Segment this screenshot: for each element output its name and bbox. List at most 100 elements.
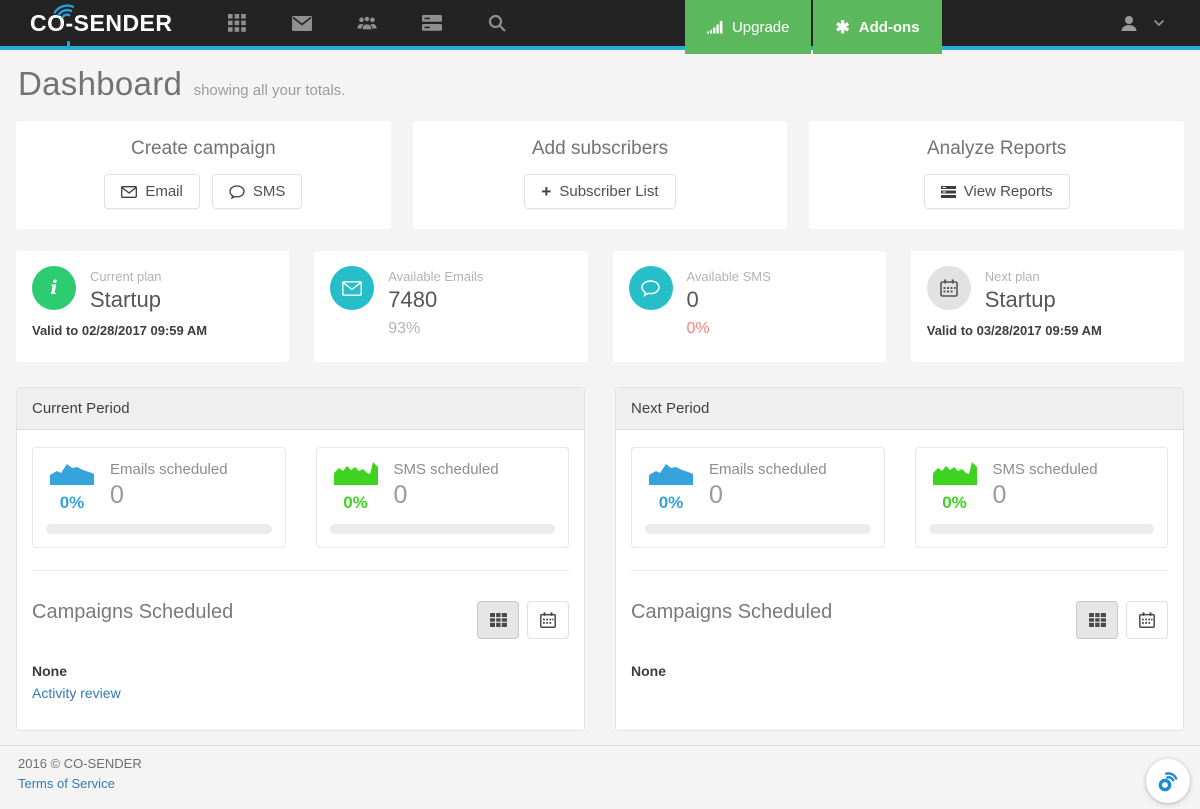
sms-scheduled-percent: 0% (330, 493, 382, 513)
calendar-circle-icon (927, 266, 971, 310)
available-emails-card: Available Emails 7480 93% (314, 251, 587, 362)
emails-scheduled-widget: 0% Emails scheduled 0 (631, 447, 885, 548)
available-sms-percent: 0% (687, 320, 771, 338)
subscriber-list-label: Subscriber List (559, 183, 658, 200)
emails-progress-bar (46, 524, 272, 534)
terms-of-service-link[interactable]: Terms of Service (18, 776, 115, 791)
sms-scheduled-widget: 0% SMS scheduled 0 (915, 447, 1169, 548)
sms-progress-bar (330, 524, 556, 534)
page-title: Dashboard (18, 65, 182, 102)
email-nav-icon[interactable] (292, 13, 312, 33)
footer: 2016 © CO-SENDER Terms of Service (0, 745, 1200, 793)
table-icon (490, 613, 507, 627)
area-chart-blue-icon (49, 459, 95, 485)
user-menu[interactable] (1120, 15, 1164, 32)
add-subscribers-card: Add subscribers + Subscriber List (413, 121, 788, 229)
info-icon: i (32, 266, 76, 310)
subscribers-nav-icon[interactable] (357, 13, 377, 33)
page-header: Dashboard showing all your totals. (0, 50, 1200, 113)
panel-divider (32, 570, 569, 571)
campaigns-empty-state: None (32, 663, 569, 679)
sms-scheduled-widget: 0% SMS scheduled 0 (316, 447, 570, 548)
nav-buttons: Upgrade ✱ Add-ons (685, 0, 942, 54)
emails-scheduled-percent: 0% (46, 493, 98, 513)
campaigns-scheduled-title: Campaigns Scheduled (32, 601, 233, 624)
available-emails-label: Available Emails (388, 269, 483, 284)
sms-scheduled-percent: 0% (929, 493, 981, 513)
create-campaign-card: Create campaign Email SMS (16, 121, 391, 229)
upgrade-bars-icon (707, 20, 723, 34)
campaigns-empty-state: None (631, 663, 1168, 679)
area-chart-green-icon (932, 459, 978, 485)
table-view-button[interactable] (477, 601, 519, 639)
emails-scheduled-label: Emails scheduled (709, 461, 827, 478)
upgrade-button[interactable]: Upgrade (685, 0, 812, 54)
current-plan-validity: Valid to 02/28/2017 09:59 AM (32, 323, 273, 338)
next-period-panel: Next Period 0% Emails scheduled 0 (615, 387, 1184, 731)
next-plan-card: Next plan Startup Valid to 03/28/2017 09… (911, 251, 1184, 362)
current-period-header: Current Period (17, 388, 584, 430)
available-sms-card: Available SMS 0 0% (613, 251, 886, 362)
speech-bubble-icon (229, 185, 245, 199)
calendar-view-button[interactable] (527, 601, 569, 639)
logo-antenna (67, 41, 70, 49)
report-list-icon (941, 186, 956, 198)
addons-star-icon: ✱ (835, 19, 849, 36)
chevron-down-icon (1154, 20, 1164, 26)
area-chart-green-icon (333, 459, 379, 485)
sms-circle-icon (629, 266, 673, 310)
support-widget-button[interactable] (1146, 759, 1190, 803)
next-plan-value: Startup (985, 287, 1056, 313)
area-chart-blue-icon (648, 459, 694, 485)
current-plan-label: Current plan (90, 269, 162, 284)
subscriber-list-button[interactable]: + Subscriber List (524, 174, 675, 209)
email-circle-icon (330, 266, 374, 310)
available-emails-percent: 93% (388, 320, 483, 338)
view-reports-button[interactable]: View Reports (924, 174, 1070, 209)
email-button-label: Email (145, 183, 183, 200)
envelope-icon (121, 186, 137, 198)
campaigns-scheduled-title: Campaigns Scheduled (631, 601, 832, 624)
emails-scheduled-widget: 0% Emails scheduled 0 (32, 447, 286, 548)
cosender-mark-icon (1155, 768, 1181, 794)
sms-scheduled-value: 0 (993, 481, 1098, 510)
next-period-header: Next Period (616, 388, 1183, 430)
email-button[interactable]: Email (104, 174, 200, 209)
apps-grid-icon[interactable] (227, 13, 247, 33)
current-period-panel: Current Period 0% Emails scheduled 0 (16, 387, 585, 731)
navbar: CO-SENDER (0, 0, 1200, 50)
search-icon[interactable] (487, 13, 507, 33)
action-cards-row: Create campaign Email SMS Add subscriber… (16, 121, 1184, 229)
available-sms-label: Available SMS (687, 269, 771, 284)
next-plan-validity: Valid to 03/28/2017 09:59 AM (927, 323, 1168, 338)
user-icon (1120, 15, 1138, 32)
plus-icon: + (541, 183, 551, 200)
logo-text: CO-SENDER (30, 10, 173, 36)
table-icon (1089, 613, 1106, 627)
analyze-reports-title: Analyze Reports (809, 138, 1184, 160)
panel-divider (631, 570, 1168, 571)
add-subscribers-title: Add subscribers (413, 138, 788, 160)
emails-scheduled-percent: 0% (645, 493, 697, 513)
addons-button[interactable]: ✱ Add-ons (813, 0, 941, 54)
current-plan-card: i Current plan Startup Valid to 02/28/20… (16, 251, 289, 362)
addons-label: Add-ons (859, 19, 920, 36)
create-campaign-title: Create campaign (16, 138, 391, 160)
campaigns-nav-icon[interactable] (422, 13, 442, 33)
calendar-view-button[interactable] (1126, 601, 1168, 639)
sms-button[interactable]: SMS (212, 174, 303, 209)
logo-signal-icon (53, 2, 81, 18)
current-plan-value: Startup (90, 287, 162, 313)
sms-scheduled-label: SMS scheduled (993, 461, 1098, 478)
logo[interactable]: CO-SENDER (30, 10, 173, 37)
sms-progress-bar (929, 524, 1155, 534)
period-panels-row: Current Period 0% Emails scheduled 0 (16, 387, 1184, 731)
emails-scheduled-label: Emails scheduled (110, 461, 228, 478)
analyze-reports-card: Analyze Reports View Reports (809, 121, 1184, 229)
sms-scheduled-value: 0 (394, 481, 499, 510)
emails-scheduled-value: 0 (110, 481, 228, 510)
activity-review-link[interactable]: Activity review (32, 685, 121, 701)
table-view-button[interactable] (1076, 601, 1118, 639)
sms-scheduled-label: SMS scheduled (394, 461, 499, 478)
page-subtitle: showing all your totals. (194, 82, 346, 99)
